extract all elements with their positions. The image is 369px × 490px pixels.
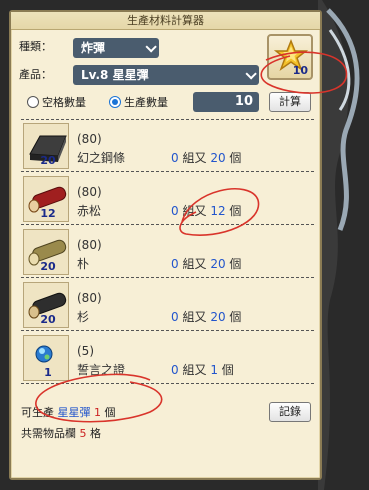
material-icon-frame: 20 — [23, 282, 69, 328]
material-owned: 20 — [40, 313, 56, 326]
radio-quantity[interactable] — [109, 96, 121, 108]
radio-slots[interactable] — [27, 96, 39, 108]
type-row: 種類： — [19, 38, 52, 54]
product-select[interactable]: Lv.8 星星彈 — [73, 65, 259, 85]
material-row: 20 (80) 杉 0 組又 20 個 — [21, 279, 314, 331]
unit-word: 個 — [229, 257, 242, 271]
material-icon-frame: 20 — [23, 229, 69, 275]
unit-word: 個 — [229, 310, 242, 324]
material-name: 杉 — [77, 310, 90, 324]
material-name: 朴 — [77, 257, 90, 271]
set-word: 組又 — [182, 363, 207, 377]
mode-slots-option[interactable]: 空格數量 — [27, 94, 86, 110]
unit-word: 個 — [229, 204, 242, 218]
material-row: 20 (80) 朴 0 組又 20 個 — [21, 226, 314, 278]
slots-prefix: 共需物品欄 — [21, 427, 76, 440]
material-need: (80) — [77, 132, 102, 146]
slots-count: 5 — [79, 427, 87, 440]
material-sets: 0 — [171, 257, 179, 271]
type-select-value: 炸彈 — [81, 41, 106, 55]
material-icon-frame: 20 — [23, 123, 69, 169]
material-sets: 0 — [171, 363, 179, 377]
quantity-input[interactable]: 10 — [193, 92, 259, 112]
type-label: 種類： — [19, 40, 52, 53]
material-remainder: 20 — [210, 257, 226, 271]
calculate-button[interactable]: 計算 — [269, 92, 311, 112]
product-label: 產品： — [19, 68, 52, 81]
product-icon-count: 10 — [292, 64, 308, 77]
record-button[interactable]: 記錄 — [269, 402, 311, 422]
material-sets: 0 — [171, 310, 179, 324]
material-icon-frame: 12 — [23, 176, 69, 222]
mode-quantity-option[interactable]: 生產數量 — [109, 94, 168, 110]
can-produce-text: 可生產 星星彈 1 個 — [21, 404, 116, 420]
mode-slots-label: 空格數量 — [42, 96, 86, 109]
material-remainder: 1 — [210, 363, 218, 377]
material-name: 幻之鋼條 — [77, 151, 126, 165]
set-word: 組又 — [182, 257, 207, 271]
calculator-panel: 生產材料計算器 種類： 炸彈 產品： Lv.8 星星彈 10 空格數量 生產數量… — [9, 10, 322, 480]
material-name: 誓言之證 — [77, 363, 126, 377]
material-calc: 0 組又 20 個 — [171, 255, 241, 272]
chevron-down-icon — [145, 41, 157, 53]
set-word: 組又 — [182, 151, 207, 165]
set-word: 組又 — [182, 310, 207, 324]
material-owned: 1 — [44, 366, 52, 379]
window-title: 生產材料計算器 — [11, 12, 320, 30]
unit-word: 個 — [229, 151, 242, 165]
material-sets: 0 — [171, 151, 179, 165]
product-icon: 10 — [267, 34, 313, 80]
product-row: 產品： — [19, 66, 52, 82]
mode-quantity-label: 生產數量 — [124, 96, 168, 109]
material-sets: 0 — [171, 204, 179, 218]
chevron-down-icon — [245, 68, 257, 80]
material-row: 1 (5) 誓言之證 0 組又 1 個 — [21, 332, 314, 384]
material-calc: 0 組又 20 個 — [171, 308, 241, 325]
slots-needed-text: 共需物品欄 5 格 — [21, 425, 101, 441]
material-owned: 12 — [40, 207, 56, 220]
material-need: (80) — [77, 291, 102, 305]
material-icon-frame: 1 — [23, 335, 69, 381]
material-need: (80) — [77, 238, 102, 252]
material-need: (5) — [77, 344, 94, 358]
slots-unit: 格 — [90, 427, 101, 440]
can-produce-prefix: 可生產 — [21, 406, 54, 419]
material-row: 20 (80) 幻之鋼條 0 組又 20 個 — [21, 120, 314, 172]
can-produce-unit: 個 — [104, 406, 116, 419]
material-row: 12 (80) 赤松 0 組又 12 個 — [21, 173, 314, 225]
product-select-value: Lv.8 星星彈 — [81, 68, 149, 82]
can-produce-product: 星星彈 — [57, 406, 91, 419]
set-word: 組又 — [182, 204, 207, 218]
material-calc: 0 組又 20 個 — [171, 149, 241, 166]
material-owned: 20 — [40, 260, 56, 273]
material-remainder: 12 — [210, 204, 226, 218]
material-remainder: 20 — [210, 310, 226, 324]
material-remainder: 20 — [210, 151, 226, 165]
material-need: (80) — [77, 185, 102, 199]
material-calc: 0 組又 1 個 — [171, 361, 234, 378]
material-calc: 0 組又 12 個 — [171, 202, 241, 219]
type-select[interactable]: 炸彈 — [73, 38, 159, 58]
decorative-wing — [318, 0, 360, 490]
unit-word: 個 — [221, 363, 234, 377]
can-produce-amount: 1 — [94, 406, 101, 419]
material-name: 赤松 — [77, 204, 102, 218]
material-owned: 20 — [40, 154, 56, 167]
